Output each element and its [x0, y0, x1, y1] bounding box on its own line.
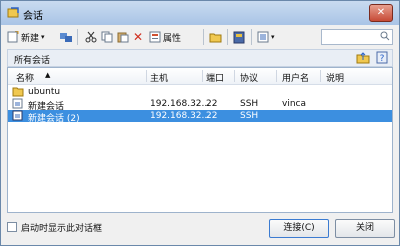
folder-icon	[209, 33, 222, 43]
column-divider[interactable]	[320, 70, 321, 82]
session-port: 22	[206, 99, 218, 109]
new-session-button[interactable]: 新建 ▾	[7, 28, 45, 46]
copy-icon	[101, 31, 113, 43]
column-divider[interactable]	[276, 70, 277, 82]
new-button-label: 新建	[21, 33, 40, 44]
column-header-username[interactable]: 用户名	[282, 71, 309, 84]
search-input[interactable]	[321, 29, 393, 45]
properties-button[interactable]: 属性	[149, 28, 181, 46]
session-port: 22	[206, 111, 218, 121]
toolbar-separator	[251, 29, 252, 45]
svg-text:?: ?	[380, 54, 385, 64]
window-title: 会话	[23, 11, 43, 22]
session-name: ubuntu	[28, 87, 61, 97]
sessions-icon	[7, 7, 19, 18]
view-dropdown-arrow-icon: ▾	[271, 33, 275, 41]
cut-button[interactable]	[85, 28, 97, 46]
close-window-button[interactable]: ✕	[369, 4, 393, 22]
session-manager-button[interactable]	[233, 28, 245, 46]
up-folder-icon[interactable]	[356, 51, 370, 64]
session-protocol: SSH	[240, 111, 259, 121]
title-bar: 会话 ✕	[1, 1, 399, 25]
session-username: vinca	[282, 99, 306, 109]
new-session-icon	[7, 31, 19, 43]
list-header: 名称 ▲ 主机 端口 协议 用户名 说明	[8, 68, 392, 85]
list-item[interactable]: ubuntu	[8, 86, 392, 98]
help-icon[interactable]: ?	[376, 51, 388, 64]
session-icon	[12, 98, 23, 109]
show-on-startup-option[interactable]: 启动时显示此对话框	[7, 221, 147, 234]
delete-button[interactable]: ✕	[133, 28, 143, 46]
session-host: 192.168.32...	[150, 111, 211, 121]
toolbar: 新建 ▾ ✕ 属性 ▾	[5, 27, 395, 47]
connect-button[interactable]: 连接(C)	[269, 219, 329, 238]
connect-icon	[60, 33, 72, 42]
column-header-name[interactable]: 名称	[16, 71, 34, 84]
search-icon	[380, 31, 390, 41]
toolbar-separator	[227, 29, 228, 45]
toolbar-separator	[203, 29, 204, 45]
path-label: 所有会话	[14, 56, 51, 66]
show-on-startup-checkbox[interactable]	[7, 222, 17, 232]
delete-icon: ✕	[133, 30, 144, 44]
column-divider[interactable]	[202, 70, 203, 82]
list-item[interactable]: 新建会话 (2) 192.168.32... 22 SSH	[8, 110, 392, 124]
connect-toolbar-button[interactable]	[59, 28, 73, 46]
session-icon	[12, 110, 23, 121]
new-folder-button[interactable]	[209, 28, 222, 46]
view-button[interactable]: ▾	[257, 28, 275, 46]
path-bar: 所有会话 ?	[7, 49, 393, 67]
view-list-icon	[257, 31, 269, 43]
list-item[interactable]: 新建会话 192.168.32... 22 SSH vinca	[8, 98, 392, 112]
column-divider[interactable]	[234, 70, 235, 82]
session-name: 新建会话 (2)	[28, 114, 80, 124]
properties-label: 属性	[163, 33, 182, 44]
session-host: 192.168.32...	[150, 99, 211, 109]
cut-icon	[85, 31, 97, 43]
session-protocol: SSH	[240, 99, 259, 109]
session-list: 名称 ▲ 主机 端口 协议 用户名 说明 ubuntu 新建会话 192.168…	[7, 67, 393, 213]
copy-button[interactable]	[101, 28, 113, 46]
folder-icon	[12, 87, 24, 97]
column-header-port[interactable]: 端口	[206, 71, 224, 84]
column-header-host[interactable]: 主机	[150, 71, 168, 84]
show-on-startup-label: 启动时显示此对话框	[21, 224, 103, 234]
column-divider[interactable]	[146, 70, 147, 82]
column-header-description[interactable]: 说明	[326, 71, 344, 84]
session-manager-icon	[233, 31, 245, 43]
dropdown-arrow-icon: ▾	[41, 33, 45, 41]
toolbar-separator	[77, 29, 78, 45]
paste-icon	[117, 32, 129, 43]
session-dialog: 会话 ✕ 新建 ▾ ✕ 属性 ▾ 所有会话 ? 名称 ▲ 主机 端口 协议 用户…	[0, 0, 400, 246]
column-header-protocol[interactable]: 协议	[240, 71, 258, 84]
close-button[interactable]: 关闭	[335, 219, 395, 238]
paste-button[interactable]	[117, 28, 129, 46]
sort-ascending-icon: ▲	[45, 71, 51, 79]
properties-icon	[149, 31, 161, 43]
